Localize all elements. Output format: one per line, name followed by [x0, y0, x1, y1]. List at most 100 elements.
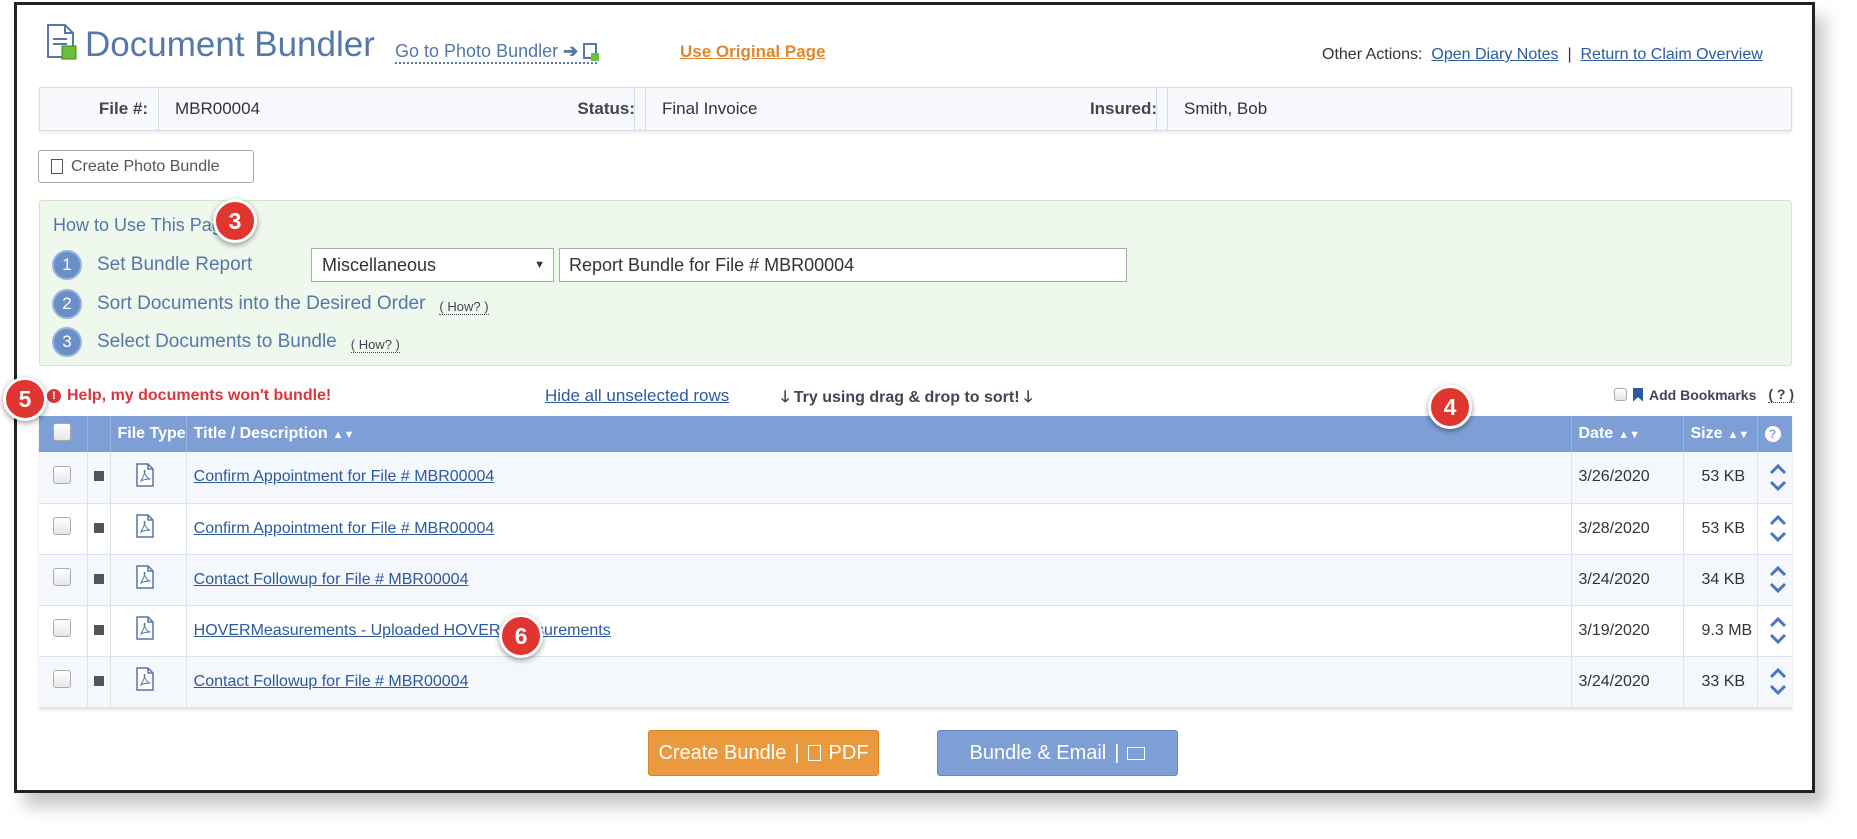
chevron-up-icon[interactable]: [1769, 668, 1787, 679]
alert-icon: !: [47, 389, 61, 403]
document-title-link[interactable]: HOVERMeasurements - Uploaded HOVER Measu…: [194, 622, 611, 639]
chevron-down-icon[interactable]: [1769, 531, 1787, 542]
table-row[interactable]: Confirm Appointment for File # MBR00004 3…: [39, 452, 1792, 504]
chevron-up-icon[interactable]: [1769, 515, 1787, 526]
help-header[interactable]: ?: [1757, 416, 1792, 452]
pdf-icon: [807, 745, 821, 761]
open-diary-notes-link[interactable]: Open Diary Notes: [1431, 46, 1558, 63]
chevron-up-icon[interactable]: [1769, 566, 1787, 577]
table-row[interactable]: Contact Followup for File # MBR00004 3/24…: [39, 656, 1792, 708]
bundle-type-select[interactable]: Miscellaneous ▼: [311, 248, 554, 282]
step-label: Sort Documents into the Desired Order: [97, 293, 426, 314]
chevron-down-icon[interactable]: [1769, 684, 1787, 695]
table-row[interactable]: Confirm Appointment for File # MBR00004 3…: [39, 503, 1792, 555]
add-bookmarks-label: Add Bookmarks: [1649, 386, 1757, 403]
callout-badge-4: 4: [1428, 385, 1472, 429]
step-number: 1: [52, 250, 82, 280]
title-cell: HOVERMeasurements - Uploaded HOVER Measu…: [186, 605, 1572, 657]
insured-value: Smith, Bob: [1167, 88, 1791, 130]
title-cell: Confirm Appointment for File # MBR00004: [186, 503, 1572, 555]
row-checkbox[interactable]: [53, 465, 71, 484]
row-checkbox[interactable]: [53, 568, 71, 586]
document-title-link[interactable]: Contact Followup for File # MBR00004: [194, 571, 469, 588]
drag-handle-icon: [93, 624, 104, 635]
chevron-down-icon[interactable]: [1769, 633, 1787, 644]
callout-badge-3: 3: [213, 199, 257, 243]
bundle-title-input[interactable]: [559, 248, 1127, 282]
drag-handle[interactable]: [87, 656, 111, 708]
add-bookmarks: Add Bookmarks ( ? ): [1614, 386, 1795, 403]
drag-handle[interactable]: [87, 452, 111, 504]
help-bundle-link[interactable]: ! Help, my documents won't bundle!: [47, 387, 331, 405]
date-header-label: Date: [1578, 425, 1614, 442]
other-actions-label: Other Actions:: [1322, 46, 1423, 63]
size-header-label: Size: [1690, 425, 1723, 442]
bookmarks-help-link[interactable]: ( ? ): [1768, 386, 1795, 403]
date-cell: 3/26/2020: [1571, 452, 1684, 504]
chevron-down-icon[interactable]: [1769, 480, 1787, 491]
row-checkbox[interactable]: [53, 517, 71, 535]
title-header[interactable]: Title / Description ▲▼: [186, 416, 1572, 452]
row-checkbox[interactable]: [53, 619, 71, 637]
arrow-down-icon: 🡓: [1024, 389, 1033, 406]
drag-tip-label: Try using drag & drop to sort!: [793, 389, 1020, 406]
hide-unselected-rows-link[interactable]: Hide all unselected rows: [545, 386, 729, 406]
help-label: Help, my documents won't bundle!: [67, 387, 332, 404]
row-select-cell: [39, 503, 88, 555]
row-checkbox[interactable]: [53, 670, 71, 688]
return-to-claim-link[interactable]: Return to Claim Overview: [1581, 46, 1763, 63]
insured-label: Insured:: [1089, 99, 1157, 118]
title-header-label: Title / Description: [193, 425, 328, 442]
drag-handle-icon: [93, 522, 104, 533]
reorder-cell: [1757, 605, 1792, 657]
document-title-link[interactable]: Confirm Appointment for File # MBR00004: [194, 468, 495, 485]
create-photo-bundle-label: Create Photo Bundle: [71, 157, 220, 175]
arrow-right-icon: ➔: [563, 41, 579, 61]
size-cell: 33 KB: [1683, 656, 1758, 708]
bundle-email-button[interactable]: Bundle & Email |: [937, 730, 1178, 776]
drag-handle[interactable]: [87, 503, 111, 555]
file-type-cell: [110, 452, 187, 504]
drag-drop-tip: 🡓 Try using drag & drop to sort! 🡓: [781, 386, 1032, 413]
reorder-cell: [1757, 503, 1792, 555]
separator: |: [1567, 46, 1572, 63]
size-cell: 9.3 MB: [1683, 605, 1758, 657]
date-cell: 3/24/2020: [1571, 656, 1684, 708]
bookmark-icon: [1633, 387, 1643, 402]
other-actions: Other Actions: Open Diary Notes | Return…: [1322, 46, 1763, 64]
date-header[interactable]: Date ▲▼: [1571, 416, 1684, 452]
document-title-link[interactable]: Contact Followup for File # MBR00004: [194, 673, 469, 690]
title-cell: Confirm Appointment for File # MBR00004: [186, 452, 1572, 504]
document-icon: [45, 23, 79, 66]
table-row[interactable]: Contact Followup for File # MBR00004 3/24…: [39, 554, 1792, 606]
go-to-photo-bundler-link[interactable]: Go to Photo Bundler ➔: [395, 41, 600, 64]
step-label: Select Documents to Bundle: [97, 331, 337, 352]
document-title-link[interactable]: Confirm Appointment for File # MBR00004: [194, 520, 495, 537]
select-all-checkbox[interactable]: [53, 422, 71, 441]
sort-icon[interactable]: ▲▼: [1618, 429, 1640, 441]
drag-handle[interactable]: [87, 554, 111, 606]
how-link[interactable]: ( How? ): [350, 337, 400, 353]
chevron-down-icon[interactable]: [1769, 582, 1787, 593]
question-icon[interactable]: ?: [1764, 426, 1781, 442]
size-header[interactable]: Size ▲▼: [1683, 416, 1758, 452]
create-bundle-pdf-button[interactable]: Create Bundle | PDF: [648, 730, 879, 776]
how-link[interactable]: ( How? ): [439, 299, 489, 315]
use-original-page-link[interactable]: Use Original Page: [680, 42, 826, 62]
drag-handle[interactable]: [87, 605, 111, 657]
row-select-cell: [39, 656, 88, 708]
add-bookmarks-checkbox[interactable]: [1614, 388, 1627, 401]
date-cell: 3/24/2020: [1571, 554, 1684, 606]
file-type-header: File Type: [110, 416, 187, 452]
file-type-cell: [110, 503, 187, 555]
chevron-up-icon[interactable]: [1769, 617, 1787, 628]
sort-icon[interactable]: ▲▼: [333, 429, 355, 441]
sort-icon[interactable]: ▲▼: [1728, 429, 1750, 441]
reorder-cell: [1757, 656, 1792, 708]
image-file-icon: [51, 159, 63, 174]
chevron-up-icon[interactable]: [1769, 463, 1787, 475]
table-row[interactable]: HOVERMeasurements - Uploaded HOVER Measu…: [39, 605, 1792, 657]
select-all-header: [39, 416, 88, 452]
row-select-cell: [39, 605, 88, 657]
create-photo-bundle-button[interactable]: Create Photo Bundle: [38, 150, 254, 183]
